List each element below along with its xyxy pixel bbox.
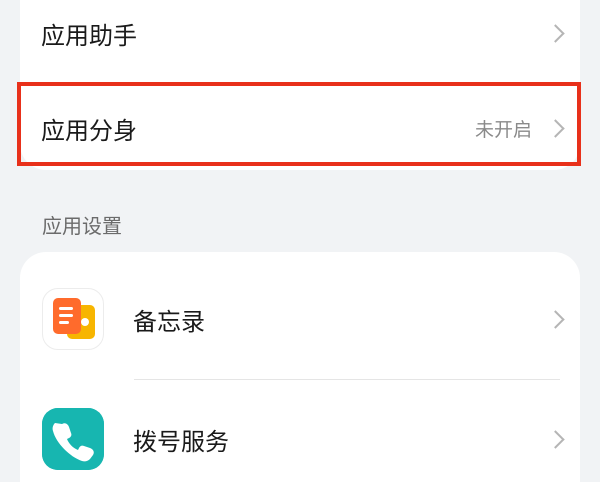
app-assistant-row[interactable]: 应用助手 xyxy=(20,0,580,66)
chevron-right-icon xyxy=(546,309,565,329)
memo-row[interactable]: 备忘录 xyxy=(20,286,580,352)
app-assistant-label: 应用助手 xyxy=(41,21,137,50)
chevron-right-icon xyxy=(546,23,565,43)
settings-card-apps: 备忘录 拨号服务 xyxy=(20,252,580,482)
dial-service-label: 拨号服务 xyxy=(133,427,229,456)
section-title: 应用设置 xyxy=(42,214,122,238)
divider xyxy=(134,379,560,380)
highlight-box xyxy=(17,82,581,166)
dial-service-row[interactable]: 拨号服务 xyxy=(20,404,580,474)
chevron-right-icon xyxy=(546,429,565,449)
memo-label: 备忘录 xyxy=(133,307,205,336)
memo-icon xyxy=(42,288,104,350)
phone-icon xyxy=(42,408,104,470)
